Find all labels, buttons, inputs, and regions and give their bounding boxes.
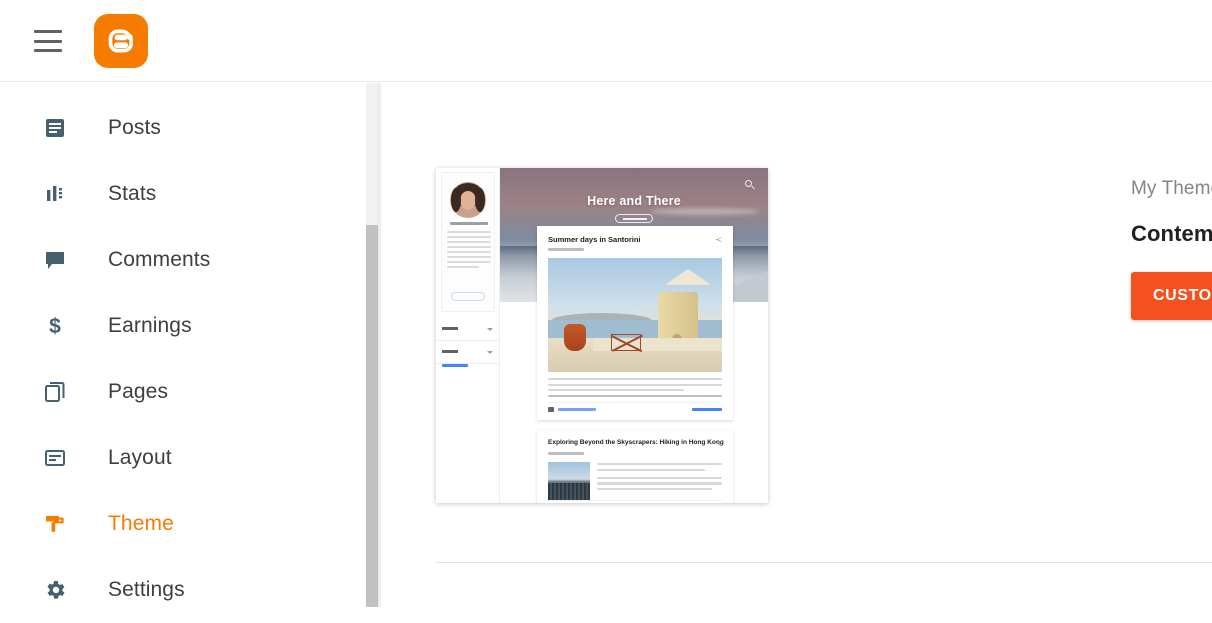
sidebar-item-label: Settings (108, 578, 185, 601)
section-divider (436, 562, 1212, 563)
theme-preview-thumbnail[interactable]: Here and There Summer days in Santorini … (436, 168, 768, 503)
svg-text:$: $ (49, 315, 61, 338)
layout-icon (40, 443, 70, 473)
hamburger-line (34, 39, 62, 43)
pages-icon (40, 377, 70, 407)
preview-subscribe-button (615, 214, 653, 223)
preview-post-body (548, 378, 722, 400)
preview-post-image (548, 258, 722, 372)
hamburger-line (34, 29, 62, 33)
theme-info-panel: My Theme Contempo Light CUSTOMIZE (1131, 168, 1212, 320)
settings-icon (40, 575, 70, 605)
my-theme-label: My Theme (1131, 178, 1212, 199)
sidebar-item-label: Posts (108, 116, 162, 139)
share-icon: ≺ (715, 439, 722, 448)
sidebar-item-label: Theme (108, 512, 174, 535)
sidebar-item-label: Earnings (108, 314, 192, 337)
main-content: Here and There Summer days in Santorini … (383, 83, 1212, 607)
preview-post-thumbnail (548, 462, 590, 500)
preview-blog-sidebar (436, 168, 500, 503)
preview-author-bio (447, 231, 491, 271)
search-icon (745, 180, 752, 187)
preview-profile-button (451, 292, 485, 301)
share-icon: ≺ (715, 235, 722, 244)
sidebar-item-stats[interactable]: Stats (0, 161, 366, 227)
sidebar-item-settings[interactable]: Settings (0, 557, 366, 623)
stats-icon (40, 179, 70, 209)
earnings-icon: $ (40, 311, 70, 341)
sidebar-nav: Posts Stats Comments $ Earnings Pages La… (0, 83, 366, 607)
preview-post-date (548, 248, 584, 251)
customize-button[interactable]: CUSTOMIZE (1131, 272, 1212, 320)
preview-blog-title: Here and There (587, 194, 681, 208)
sidebar-item-posts[interactable]: Posts (0, 95, 366, 161)
preview-section-labels (436, 341, 499, 364)
sidebar-item-label: Pages (108, 380, 169, 403)
blogger-logo-icon[interactable] (94, 13, 148, 68)
preview-profile-card (441, 172, 495, 312)
sidebar-item-comments[interactable]: Comments (0, 227, 366, 293)
sidebar-item-label: Stats (108, 182, 157, 205)
theme-row: Here and There Summer days in Santorini … (436, 168, 1212, 503)
posts-icon (40, 113, 70, 143)
preview-post-card: Summer days in Santorini ≺ (537, 226, 733, 420)
preview-section-archive (436, 318, 499, 341)
hamburger-line (34, 48, 62, 52)
preview-post-body (597, 463, 722, 494)
preview-author-name (450, 222, 488, 225)
sidebar-item-pages[interactable]: Pages (0, 359, 366, 425)
preview-report-abuse-link (442, 364, 468, 367)
app-header (0, 0, 1212, 82)
preview-post-title: Summer days in Santorini (548, 235, 641, 244)
hamburger-menu-icon[interactable] (34, 29, 62, 52)
sidebar-item-label: Layout (108, 446, 172, 469)
scrollbar-thumb[interactable] (366, 225, 378, 607)
theme-icon (40, 509, 70, 539)
customize-button-group: CUSTOMIZE (1131, 272, 1212, 320)
avatar (450, 182, 486, 218)
preview-post-title: Exploring Beyond the Skyscrapers: Hiking… (548, 439, 724, 446)
preview-post-card: Exploring Beyond the Skyscrapers: Hiking… (537, 430, 733, 503)
preview-post-date (548, 452, 584, 455)
preview-post-footer (548, 500, 722, 503)
preview-post-footer (548, 402, 722, 414)
page-scrollbar[interactable] (366, 83, 378, 607)
theme-name: Contempo Light (1131, 221, 1212, 246)
sidebar-item-layout[interactable]: Layout (0, 425, 366, 491)
sidebar-item-theme[interactable]: Theme (0, 491, 366, 557)
comments-icon (40, 245, 70, 275)
sidebar-item-earnings[interactable]: $ Earnings (0, 293, 366, 359)
sidebar-item-label: Comments (108, 248, 211, 271)
